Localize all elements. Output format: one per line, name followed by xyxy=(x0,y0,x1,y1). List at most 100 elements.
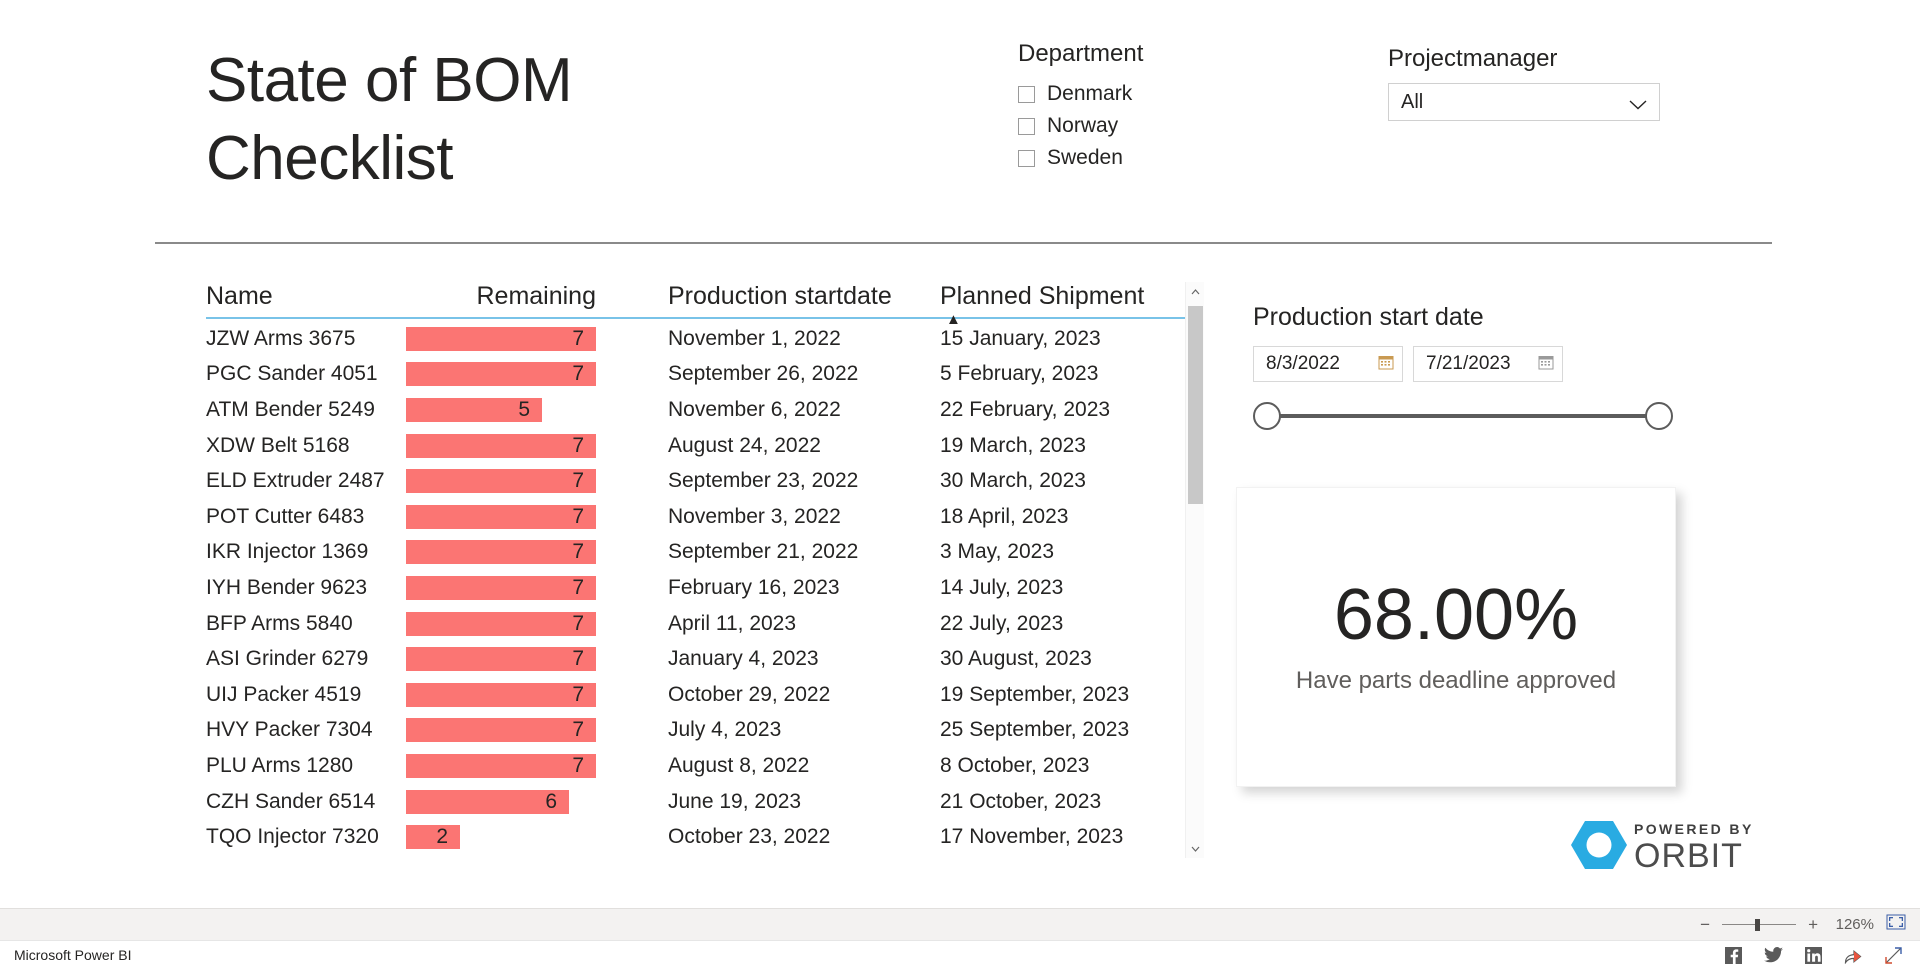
table-row[interactable]: TQO Injector 7320 2 October 23, 2022 17 Nov… xyxy=(206,819,1196,855)
department-option-norway[interactable]: Norway xyxy=(1018,110,1143,142)
cell-remaining: 5 xyxy=(406,397,668,422)
cell-production-startdate: July 4, 2023 xyxy=(668,718,782,742)
table-row[interactable]: ELD Extruder 2487 7 September 23, 2022 30 M… xyxy=(206,463,1196,499)
scroll-down-icon[interactable] xyxy=(1186,839,1204,858)
twitter-icon[interactable] xyxy=(1764,946,1783,964)
fullscreen-icon[interactable] xyxy=(1885,946,1902,964)
department-option-sweden[interactable]: Sweden xyxy=(1018,142,1143,174)
fit-to-page-icon[interactable] xyxy=(1886,914,1906,935)
cell-production-startdate: April 11, 2023 xyxy=(668,611,797,635)
column-header-production-startdate[interactable]: Production startdate xyxy=(668,282,940,311)
table-row[interactable]: ASI Grinder 6279 7 January 4, 2023 30 Augus… xyxy=(206,641,1196,677)
remaining-value: 7 xyxy=(572,575,584,599)
table-row[interactable]: IKR Injector 1369 7 September 21, 2022 3 Ma… xyxy=(206,535,1196,571)
remaining-value: 6 xyxy=(545,789,557,813)
date-range-slider[interactable] xyxy=(1253,396,1673,436)
cell-production-startdate: August 8, 2022 xyxy=(668,753,810,777)
table-header-row: Name Remaining Production startdate Plan… xyxy=(206,282,1196,327)
bom-checklist-table: Name Remaining Production startdate Plan… xyxy=(206,282,1196,855)
department-option-label: Norway xyxy=(1047,114,1119,137)
chevron-down-icon xyxy=(1629,97,1647,110)
remaining-value: 7 xyxy=(572,647,584,671)
cell-planned-shipment: 19 September, 2023 xyxy=(940,682,1130,706)
table-row[interactable]: BFP Arms 5840 7 April 11, 2023 22 July, 202… xyxy=(206,606,1196,642)
end-date-value: 7/21/2023 xyxy=(1426,353,1511,374)
table-row[interactable]: PGC Sander 4051 7 September 26, 2022 5 Febr… xyxy=(206,357,1196,393)
calendar-icon[interactable] xyxy=(1378,354,1394,375)
cell-name: HVY Packer 7304 xyxy=(206,718,373,742)
zoom-slider[interactable] xyxy=(1722,918,1797,931)
table-row[interactable]: JZW Arms 3675 7 November 1, 2022 15 January… xyxy=(206,321,1196,357)
zoom-out-button[interactable]: − xyxy=(1700,916,1710,933)
cell-name: IYH Bender 9623 xyxy=(206,575,368,599)
checkbox-icon[interactable] xyxy=(1018,117,1035,135)
table-row[interactable]: POT Cutter 6483 7 November 3, 2022 18 April… xyxy=(206,499,1196,535)
remaining-value: 2 xyxy=(436,825,448,849)
slider-handle-end[interactable] xyxy=(1645,402,1673,430)
cell-production-startdate: November 3, 2022 xyxy=(668,504,841,528)
cell-name: IKR Injector 1369 xyxy=(206,540,369,564)
slider-handle-start[interactable] xyxy=(1253,402,1281,430)
remaining-value: 7 xyxy=(572,682,584,706)
status-bar: Microsoft Power BI xyxy=(0,940,1920,969)
calendar-icon[interactable] xyxy=(1538,354,1554,375)
zoom-in-button[interactable]: + xyxy=(1808,916,1818,933)
scroll-up-icon[interactable] xyxy=(1186,282,1204,301)
department-option-denmark[interactable]: Denmark xyxy=(1018,78,1143,110)
cell-remaining: 7 xyxy=(406,753,668,778)
facebook-icon[interactable] xyxy=(1725,946,1742,964)
date-slicer-title: Production start date xyxy=(1253,303,1484,331)
kpi-label: Have parts deadline approved xyxy=(1295,667,1617,694)
linkedin-icon[interactable] xyxy=(1805,946,1822,964)
table-row[interactable]: CZH Sander 6514 6 June 19, 2023 21 October,… xyxy=(206,784,1196,820)
cell-remaining: 7 xyxy=(406,469,668,494)
table-row[interactable]: PLU Arms 1280 7 August 8, 2022 8 October, 2… xyxy=(206,748,1196,784)
column-header-remaining[interactable]: Remaining xyxy=(406,282,668,311)
table-row[interactable]: HVY Packer 7304 7 July 4, 2023 25 September… xyxy=(206,713,1196,749)
cell-planned-shipment: 18 April, 2023 xyxy=(940,504,1069,528)
header-divider xyxy=(155,242,1772,244)
cell-name: BFP Arms 5840 xyxy=(206,611,353,635)
share-icon[interactable] xyxy=(1844,947,1863,964)
column-header-planned-shipment[interactable]: Planned Shipment ▲ xyxy=(940,282,1190,327)
table-row[interactable]: ATM Bender 5249 5 November 6, 2022 22 Febru… xyxy=(206,392,1196,428)
column-header-name[interactable]: Name xyxy=(206,282,406,311)
table-vertical-scrollbar[interactable] xyxy=(1185,282,1204,858)
remaining-value: 7 xyxy=(572,326,584,350)
cell-production-startdate: October 29, 2022 xyxy=(668,682,831,706)
end-date-field[interactable]: 7/21/2023 xyxy=(1413,346,1563,382)
checkbox-icon[interactable] xyxy=(1018,149,1035,167)
cell-name: ELD Extruder 2487 xyxy=(206,469,385,493)
cell-planned-shipment: 15 January, 2023 xyxy=(940,326,1101,350)
scrollbar-thumb[interactable] xyxy=(1188,306,1203,504)
slider-track xyxy=(1271,414,1655,418)
powered-by-orbit-logo: POWERED BY ORBIT xyxy=(1570,818,1754,877)
cell-planned-shipment: 3 May, 2023 xyxy=(940,540,1055,564)
cell-name: ATM Bender 5249 xyxy=(206,397,375,421)
cell-name: POT Cutter 6483 xyxy=(206,504,365,528)
table-row[interactable]: XDW Belt 5168 7 August 24, 2022 19 March, 2… xyxy=(206,428,1196,464)
checkbox-icon[interactable] xyxy=(1018,85,1035,103)
projectmanager-dropdown[interactable]: All xyxy=(1388,83,1660,121)
department-option-label: Denmark xyxy=(1047,82,1133,105)
page-title-line-1: Checklist xyxy=(206,124,454,193)
projectmanager-selected-value: All xyxy=(1401,90,1424,113)
remaining-value: 7 xyxy=(572,469,584,493)
cell-name: PGC Sander 4051 xyxy=(206,362,378,386)
cell-remaining: 2 xyxy=(406,825,668,850)
cell-planned-shipment: 14 July, 2023 xyxy=(940,575,1064,599)
cell-planned-shipment: 5 February, 2023 xyxy=(940,362,1099,386)
projectmanager-slicer-title: Projectmanager xyxy=(1388,45,1558,72)
cell-planned-shipment: 8 October, 2023 xyxy=(940,753,1090,777)
start-date-field[interactable]: 8/3/2022 xyxy=(1253,346,1403,382)
table-row[interactable]: UIJ Packer 4519 7 October 29, 2022 19 Septe… xyxy=(206,677,1196,713)
cell-production-startdate: November 6, 2022 xyxy=(668,397,841,421)
cell-name: XDW Belt 5168 xyxy=(206,433,350,457)
cell-remaining: 7 xyxy=(406,433,668,458)
cell-production-startdate: June 19, 2023 xyxy=(668,789,802,813)
orbit-powered-by-text: POWERED BY xyxy=(1634,820,1754,837)
cell-remaining: 7 xyxy=(406,326,668,351)
zoom-slider-thumb[interactable] xyxy=(1755,918,1761,931)
cell-production-startdate: October 23, 2022 xyxy=(668,825,831,849)
table-row[interactable]: IYH Bender 9623 7 February 16, 2023 14 July… xyxy=(206,570,1196,606)
